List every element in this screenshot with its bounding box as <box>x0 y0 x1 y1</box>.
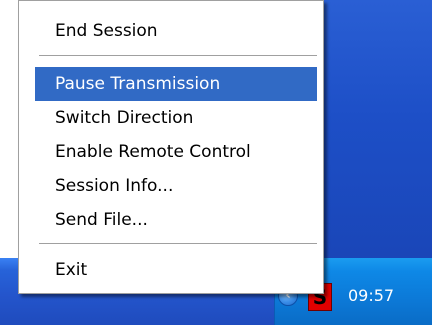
desktop: ‹ S 09:57 End Session Pause Transmission… <box>0 0 432 325</box>
menu-separator <box>39 243 317 245</box>
tray-clock[interactable]: 09:57 <box>348 286 418 306</box>
menu-item-pause-transmission[interactable]: Pause Transmission <box>35 67 317 101</box>
desktop-background <box>322 0 432 258</box>
menu-separator <box>39 55 317 57</box>
menu-item-enable-remote-control[interactable]: Enable Remote Control <box>35 135 317 169</box>
tray-context-menu: End Session Pause Transmission Switch Di… <box>18 0 324 294</box>
menu-item-end-session[interactable]: End Session <box>35 14 317 48</box>
menu-item-switch-direction[interactable]: Switch Direction <box>35 101 317 135</box>
menu-item-session-info[interactable]: Session Info... <box>35 169 317 203</box>
menu-item-exit[interactable]: Exit <box>35 253 317 287</box>
menu-item-send-file[interactable]: Send File... <box>35 203 317 237</box>
